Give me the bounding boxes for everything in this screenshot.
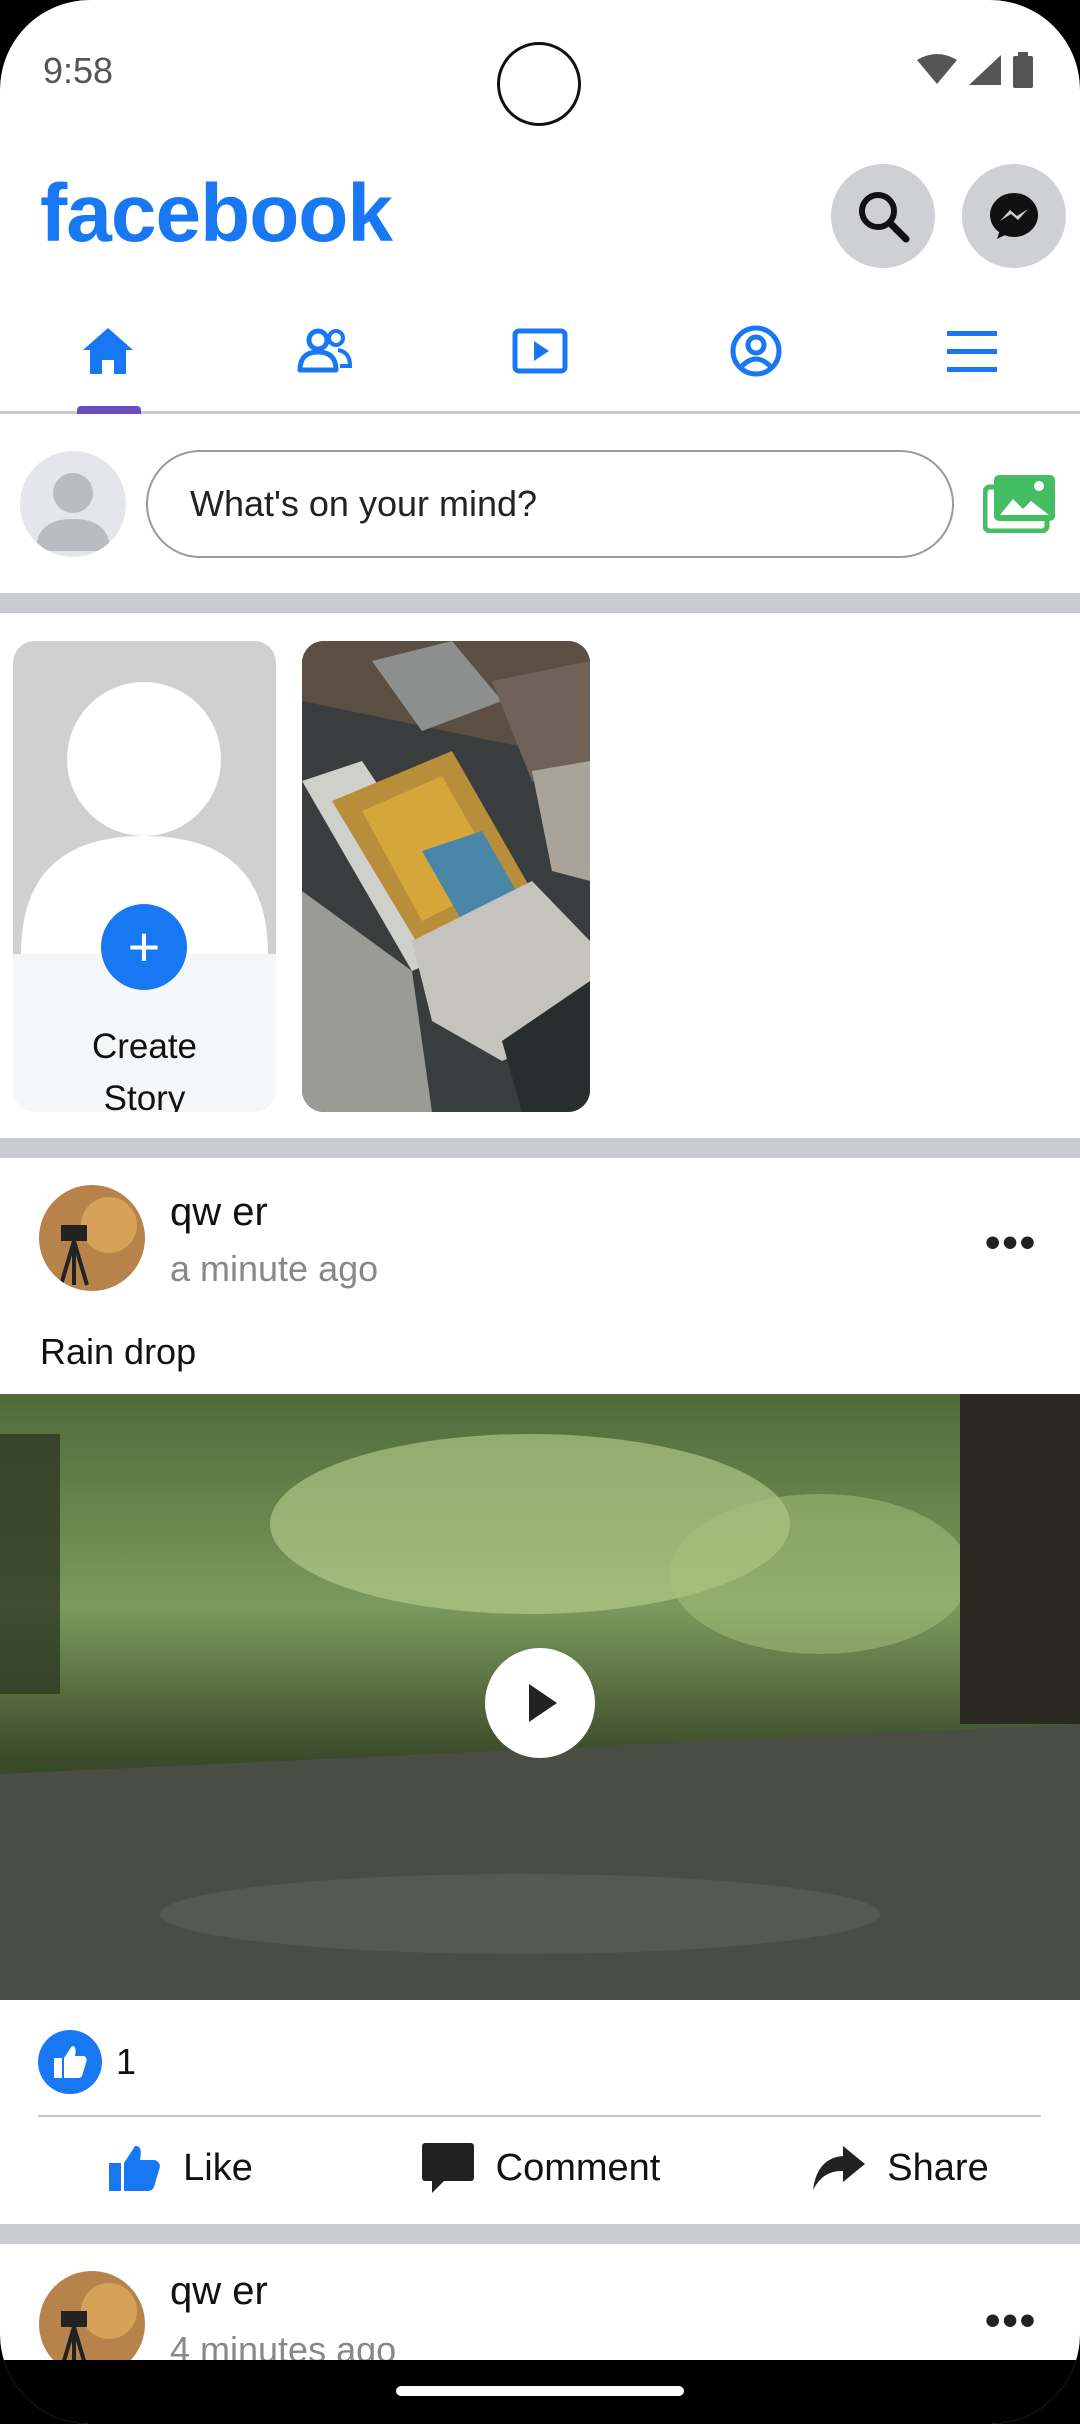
comment-button[interactable]: Comment bbox=[360, 2118, 720, 2218]
story-image bbox=[302, 641, 590, 1112]
like-count: 1 bbox=[116, 2041, 137, 2082]
status-icons bbox=[916, 52, 1034, 88]
more-options-button[interactable]: ••• bbox=[985, 1218, 1037, 1268]
share-icon bbox=[813, 2146, 866, 2190]
like-reaction-icon bbox=[38, 2030, 102, 2094]
author-avatar[interactable] bbox=[39, 1185, 145, 1291]
stories-row: + Create Story bbox=[0, 614, 1080, 1138]
share-button[interactable]: Share bbox=[720, 2118, 1080, 2218]
like-label: Like bbox=[183, 2146, 253, 2189]
play-icon bbox=[529, 1684, 557, 1722]
status-bar: 9:58 bbox=[0, 0, 1080, 140]
photo-icon bbox=[982, 475, 1055, 534]
profile-icon bbox=[730, 325, 782, 376]
tab-profile[interactable] bbox=[648, 290, 864, 411]
post-divider bbox=[38, 2115, 1041, 2117]
plus-icon[interactable]: + bbox=[101, 904, 187, 990]
comment-icon bbox=[421, 2143, 474, 2193]
tab-friends[interactable] bbox=[216, 290, 432, 411]
app-header: facebook bbox=[0, 140, 1080, 288]
more-icon: ••• bbox=[985, 1218, 1038, 1267]
front-camera bbox=[497, 42, 581, 126]
search-icon bbox=[859, 192, 910, 243]
signal-icon bbox=[969, 55, 1001, 85]
video-icon bbox=[512, 328, 568, 373]
post-caption: Rain drop bbox=[40, 1331, 197, 1372]
section-separator bbox=[0, 593, 1080, 613]
whats-on-your-mind-input[interactable]: What's on your mind? bbox=[146, 450, 954, 558]
section-separator bbox=[0, 1138, 1080, 1158]
facebook-logo[interactable]: facebook bbox=[40, 167, 393, 261]
share-label: Share bbox=[887, 2146, 989, 2189]
wifi-icon bbox=[917, 54, 957, 84]
like-icon bbox=[109, 2145, 161, 2191]
battery-icon bbox=[1013, 52, 1033, 88]
comment-label: Comment bbox=[495, 2146, 661, 2189]
create-story-label: Create Story bbox=[91, 1027, 198, 1112]
avatar[interactable] bbox=[20, 451, 126, 557]
post-reactions[interactable]: 1 bbox=[38, 2030, 136, 2094]
search-button[interactable] bbox=[831, 164, 935, 268]
status-time: 9:58 bbox=[43, 50, 114, 91]
section-separator bbox=[0, 2224, 1080, 2244]
more-options-button[interactable]: ••• bbox=[985, 2296, 1037, 2346]
menu-icon bbox=[947, 330, 997, 372]
post-actions: Like Comment Share bbox=[0, 2118, 1080, 2218]
post-video[interactable] bbox=[0, 1394, 1080, 2000]
photo-button[interactable] bbox=[982, 473, 1057, 538]
more-icon: ••• bbox=[985, 2296, 1038, 2345]
tab-watch[interactable] bbox=[432, 290, 648, 411]
post-author-name[interactable]: qw er bbox=[170, 1190, 268, 1235]
nav-tabs bbox=[0, 290, 1080, 414]
active-tab-indicator bbox=[77, 406, 141, 414]
home-indicator[interactable] bbox=[396, 2386, 684, 2396]
post-author-name[interactable]: qw er bbox=[170, 2269, 268, 2314]
like-button[interactable]: Like bbox=[0, 2118, 360, 2218]
friends-icon bbox=[297, 328, 353, 372]
post-composer: What's on your mind? bbox=[0, 417, 1080, 593]
story-card[interactable] bbox=[302, 641, 590, 1112]
post-timestamp: a minute ago bbox=[170, 1248, 379, 1289]
tab-home[interactable] bbox=[0, 290, 216, 414]
messenger-icon bbox=[990, 193, 1038, 239]
tab-menu[interactable] bbox=[864, 290, 1080, 411]
phone-screen: 9:58 facebook What's on your mind? + Cre… bbox=[0, 0, 1080, 2424]
create-story-card[interactable]: + Create Story bbox=[13, 641, 276, 1112]
home-icon bbox=[83, 327, 133, 374]
play-button[interactable] bbox=[485, 1648, 595, 1758]
default-avatar-icon bbox=[36, 473, 110, 551]
messenger-button[interactable] bbox=[962, 164, 1066, 268]
